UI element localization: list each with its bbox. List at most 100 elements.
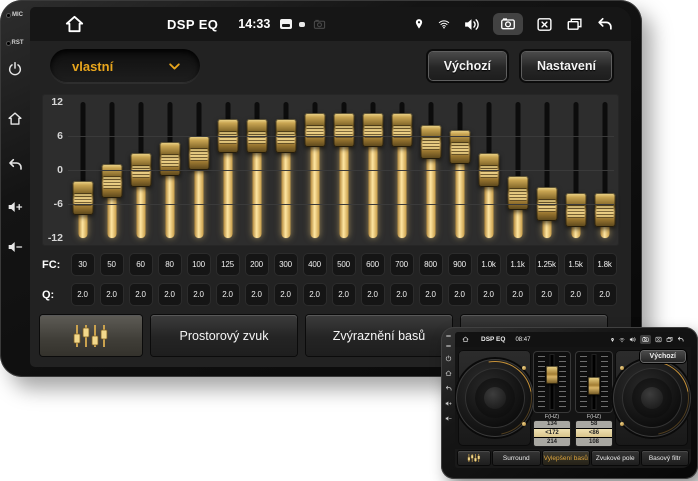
crossover-left-slider[interactable] bbox=[534, 352, 570, 412]
volume-icon[interactable] bbox=[629, 336, 636, 343]
fc-value-1-1k[interactable]: 1.1k bbox=[506, 253, 530, 276]
fc-value-30[interactable]: 30 bbox=[71, 253, 95, 276]
home-hard-button[interactable] bbox=[6, 110, 24, 128]
freq-value-picker[interactable]: 58<86108 bbox=[576, 421, 612, 446]
tab-prostorov-zvuk[interactable]: Prostorový zvuk bbox=[151, 315, 297, 356]
tab-zv-razn-n-bas[interactable]: Zvýraznění basů bbox=[306, 315, 452, 356]
eq-slider-handle[interactable] bbox=[72, 181, 93, 215]
screw-icon bbox=[522, 422, 526, 426]
eq-slider-handle[interactable] bbox=[420, 125, 441, 159]
q-value-1-25k[interactable]: 2.0 bbox=[535, 283, 559, 306]
preset-dropdown[interactable]: vlastní bbox=[50, 49, 200, 83]
fc-value-1-8k[interactable]: 1.8k bbox=[593, 253, 617, 276]
q-value-100[interactable]: 2.0 bbox=[187, 283, 211, 306]
volume-up-button[interactable] bbox=[6, 198, 24, 216]
location-icon bbox=[610, 337, 615, 343]
back-hard-button[interactable] bbox=[6, 156, 24, 174]
tab-equalizer[interactable] bbox=[40, 315, 142, 356]
fc-value-60[interactable]: 60 bbox=[129, 253, 153, 276]
q-value-300[interactable]: 2.0 bbox=[274, 283, 298, 306]
fc-value-100[interactable]: 100 bbox=[187, 253, 211, 276]
q-value-700[interactable]: 2.0 bbox=[390, 283, 414, 306]
recents-icon[interactable] bbox=[666, 336, 673, 343]
freq-value-picker[interactable]: 134<172214 bbox=[534, 421, 570, 446]
mini-volume-down-icon[interactable] bbox=[445, 415, 452, 422]
fc-value-125[interactable]: 125 bbox=[216, 253, 240, 276]
fc-value-80[interactable]: 80 bbox=[158, 253, 182, 276]
toolbar: vlastní Výchozí Nastavení bbox=[30, 41, 631, 91]
back-icon[interactable] bbox=[677, 336, 684, 343]
q-value-50[interactable]: 2.0 bbox=[100, 283, 124, 306]
eq-scale-label: 12 bbox=[51, 96, 63, 108]
back-button[interactable] bbox=[596, 16, 613, 33]
q-value-1-1k[interactable]: 2.0 bbox=[506, 283, 530, 306]
mini-tab-basov-filtr[interactable]: Basový filtr bbox=[642, 451, 689, 465]
q-row: Q: 2.02.02.02.02.02.02.02.02.02.02.02.02… bbox=[42, 283, 619, 306]
q-value-500[interactable]: 2.0 bbox=[332, 283, 356, 306]
q-value-900[interactable]: 2.0 bbox=[448, 283, 472, 306]
eq-slider-handle[interactable] bbox=[333, 113, 354, 147]
eq-slider-handle[interactable] bbox=[188, 136, 209, 170]
freq-option[interactable]: 134 bbox=[534, 421, 570, 429]
screenshot-button[interactable] bbox=[640, 335, 651, 344]
fc-value-400[interactable]: 400 bbox=[303, 253, 327, 276]
eq-slider-handle[interactable] bbox=[304, 113, 325, 147]
freq-option[interactable]: 108 bbox=[576, 438, 612, 446]
mini-tab-vylep-en-bas[interactable]: Vylepšení basů bbox=[543, 451, 590, 465]
mini-tab-equalizer[interactable] bbox=[458, 451, 490, 465]
default-button[interactable]: Výchozí bbox=[429, 52, 506, 80]
crossover-right-slider[interactable] bbox=[576, 352, 612, 412]
fc-value-1-25k[interactable]: 1.25k bbox=[535, 253, 559, 276]
close-app-button[interactable] bbox=[536, 16, 553, 33]
q-value-125[interactable]: 2.0 bbox=[216, 283, 240, 306]
fc-value-800[interactable]: 800 bbox=[419, 253, 443, 276]
fc-value-900[interactable]: 900 bbox=[448, 253, 472, 276]
close-icon[interactable] bbox=[655, 336, 662, 343]
eq-slider-handle[interactable] bbox=[565, 193, 586, 227]
settings-button[interactable]: Nastavení bbox=[522, 52, 611, 80]
mini-tab-surround[interactable]: Surround bbox=[493, 451, 540, 465]
fc-value-300[interactable]: 300 bbox=[274, 253, 298, 276]
mini-default-button[interactable]: Výchozí bbox=[641, 351, 685, 362]
fc-value-50[interactable]: 50 bbox=[100, 253, 124, 276]
recents-button[interactable] bbox=[566, 16, 583, 33]
q-value-200[interactable]: 2.0 bbox=[245, 283, 269, 306]
eq-slider-handle[interactable] bbox=[594, 193, 615, 227]
slider-handle[interactable] bbox=[588, 377, 600, 395]
q-value-600[interactable]: 2.0 bbox=[361, 283, 385, 306]
eq-slider-handle[interactable] bbox=[391, 113, 412, 147]
fc-value-600[interactable]: 600 bbox=[361, 253, 385, 276]
q-value-60[interactable]: 2.0 bbox=[129, 283, 153, 306]
q-value-30[interactable]: 2.0 bbox=[71, 283, 95, 306]
fc-value-200[interactable]: 200 bbox=[245, 253, 269, 276]
freq-option[interactable]: 58 bbox=[576, 421, 612, 429]
fc-value-500[interactable]: 500 bbox=[332, 253, 356, 276]
power-button[interactable] bbox=[6, 60, 24, 78]
mini-power-icon[interactable] bbox=[445, 355, 452, 362]
home-icon[interactable] bbox=[462, 336, 469, 343]
freq-option[interactable]: 214 bbox=[534, 438, 570, 446]
freq-option[interactable]: <172 bbox=[534, 429, 570, 437]
volume-down-button[interactable] bbox=[6, 238, 24, 256]
mini-home-icon[interactable] bbox=[445, 370, 452, 377]
home-button[interactable] bbox=[64, 14, 85, 35]
freq-option[interactable]: <86 bbox=[576, 429, 612, 437]
q-value-800[interactable]: 2.0 bbox=[419, 283, 443, 306]
q-value-1-8k[interactable]: 2.0 bbox=[593, 283, 617, 306]
home-icon bbox=[64, 14, 85, 35]
q-value-1-0k[interactable]: 2.0 bbox=[477, 283, 501, 306]
equalizer-panel: 1260-6-12 bbox=[42, 94, 619, 246]
fc-value-1-5k[interactable]: 1.5k bbox=[564, 253, 588, 276]
mini-tab-zvukov-pole[interactable]: Zvukové pole bbox=[592, 451, 639, 465]
screenshot-button[interactable] bbox=[493, 13, 523, 35]
eq-slider-handle[interactable] bbox=[362, 113, 383, 147]
mini-back-icon[interactable] bbox=[445, 385, 452, 392]
q-value-80[interactable]: 2.0 bbox=[158, 283, 182, 306]
fc-value-1-0k[interactable]: 1.0k bbox=[477, 253, 501, 276]
q-value-1-5k[interactable]: 2.0 bbox=[564, 283, 588, 306]
slider-handle[interactable] bbox=[546, 366, 558, 384]
mini-volume-up-icon[interactable] bbox=[445, 400, 452, 407]
fc-value-700[interactable]: 700 bbox=[390, 253, 414, 276]
q-value-400[interactable]: 2.0 bbox=[303, 283, 327, 306]
volume-button[interactable] bbox=[463, 16, 480, 33]
